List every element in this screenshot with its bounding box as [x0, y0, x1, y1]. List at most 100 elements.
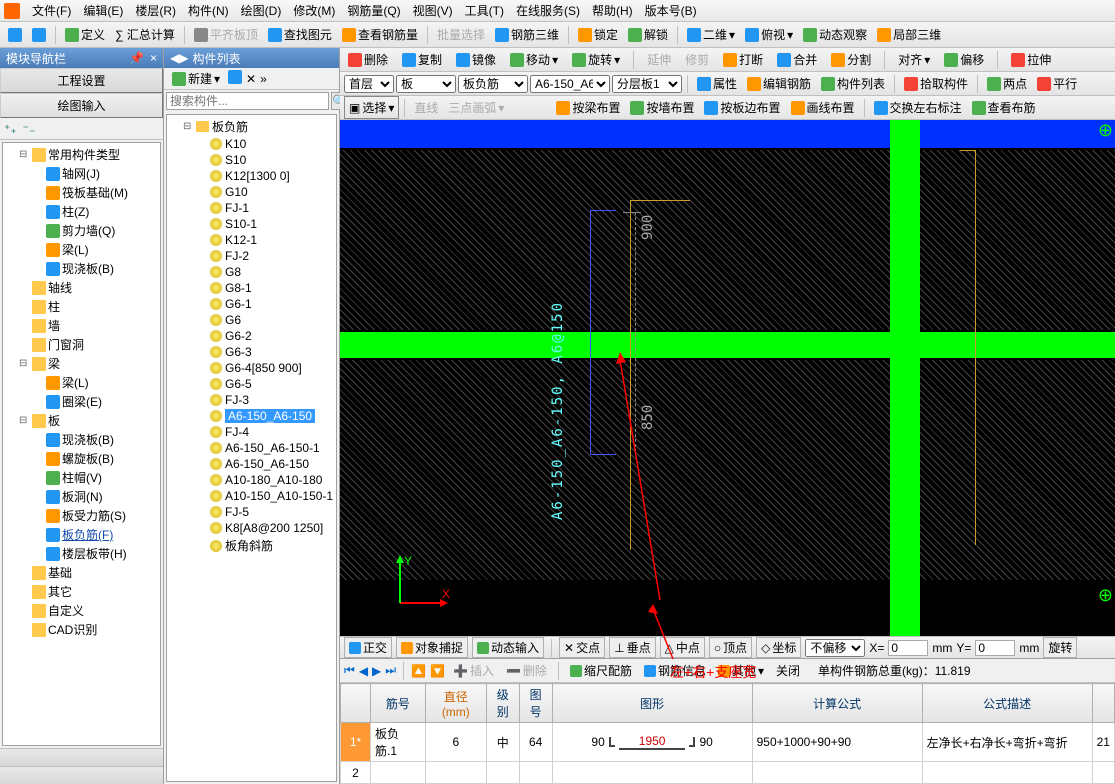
move-up-icon[interactable]: 🔼	[411, 664, 426, 678]
swap-label-button[interactable]: 交换左右标注	[870, 97, 966, 118]
unlock-button[interactable]: 解锁	[624, 24, 672, 45]
tree-item[interactable]: 现浇板(B)	[62, 431, 114, 448]
tree-item[interactable]: 板受力筋(S)	[62, 507, 126, 524]
tree-item[interactable]: 常用构件类型	[48, 146, 120, 163]
component-item[interactable]: G6-3	[225, 345, 252, 359]
osnap-toggle[interactable]: 对象捕捉	[396, 637, 468, 658]
perpendicular-snap[interactable]: ⊥ 垂点	[609, 637, 655, 658]
drawing-canvas[interactable]: 900 850 A6-150_A6-150, A6@150 X Y	[340, 120, 1115, 636]
component-item[interactable]: A10-180_A10-180	[225, 473, 322, 487]
complist-delete-icon[interactable]: ✕	[246, 72, 256, 86]
redo-button[interactable]	[28, 26, 50, 44]
x-input[interactable]	[888, 640, 928, 656]
component-item[interactable]: A10-150_A10-150-1	[225, 489, 333, 503]
coord-snap[interactable]: ◇ 坐标	[756, 637, 801, 658]
next-page-icon[interactable]: ▶	[372, 664, 381, 678]
tree-item[interactable]: 基础	[48, 564, 72, 581]
split-button[interactable]: 分割	[827, 49, 875, 70]
trim-button[interactable]: 修剪	[681, 49, 713, 70]
pick-component-button[interactable]: 拾取构件	[900, 73, 972, 94]
component-item[interactable]: A6-150_A6-150	[225, 457, 309, 471]
component-item[interactable]: A6-150_A6-150-1	[225, 441, 320, 455]
offset-select[interactable]: 不偏移	[805, 639, 865, 657]
prev-page-icon[interactable]: ◀	[359, 664, 368, 678]
component-item[interactable]: K12[1300 0]	[225, 169, 290, 183]
component-item[interactable]: G6-1	[225, 297, 252, 311]
tab-draw-input[interactable]: 绘图输入	[0, 93, 163, 118]
tab-project-settings[interactable]: 工程设置	[0, 68, 163, 93]
tree-item[interactable]: 螺旋板(B)	[62, 450, 114, 467]
component-item[interactable]: 板角斜筋	[225, 537, 273, 554]
tree-item[interactable]: 剪力墙(Q)	[62, 222, 115, 239]
rebar-3d-button[interactable]: 钢筋三维	[491, 24, 563, 45]
table-header[interactable]	[341, 684, 371, 723]
component-item[interactable]: G6-2	[225, 329, 252, 343]
table-header[interactable]: 图号	[519, 684, 552, 723]
by-beam-button[interactable]: 按梁布置	[552, 97, 624, 118]
menu-修改[interactable]: 修改(M)	[287, 0, 341, 21]
tree-item[interactable]: 板负筋(F)	[62, 526, 113, 543]
align-button[interactable]: 对齐 ▾	[894, 49, 934, 70]
component-item[interactable]: FJ-4	[225, 425, 249, 439]
navigation-tree[interactable]: 常用构件类型轴网(J)筏板基础(M)柱(Z)剪力墙(Q)梁(L)现浇板(B)轴线…	[2, 142, 161, 746]
component-item[interactable]: FJ-1	[225, 201, 249, 215]
component-item[interactable]: G6	[225, 313, 241, 327]
menu-编辑[interactable]: 编辑(E)	[77, 0, 129, 21]
table-header[interactable]: 直径(mm)	[425, 684, 486, 723]
property-button[interactable]: 属性	[693, 73, 741, 94]
component-select[interactable]: A6-150_A6	[530, 75, 610, 93]
table-row[interactable]: 2	[341, 762, 1115, 784]
delete-row-button[interactable]: ➖ 删除	[502, 661, 551, 680]
tree-item[interactable]: 轴线	[48, 279, 72, 296]
rebar-table[interactable]: 筋号直径(mm)级别图号图形计算公式公式描述1*板负筋.16中649019509…	[340, 683, 1115, 784]
component-item[interactable]: K10	[225, 137, 246, 151]
tree-item[interactable]: 板	[48, 412, 60, 429]
first-page-icon[interactable]: ⏮	[344, 663, 355, 678]
menu-帮助[interactable]: 帮助(H)	[586, 0, 639, 21]
menu-绘图[interactable]: 绘图(D)	[235, 0, 288, 21]
by-slab-edge-button[interactable]: 按板边布置	[700, 97, 784, 118]
vertex-snap[interactable]: ○ 顶点	[709, 637, 752, 658]
last-page-icon[interactable]: ⏭	[385, 663, 396, 678]
parallel-button[interactable]: 平行	[1033, 73, 1081, 94]
define-button[interactable]: 定义	[61, 24, 109, 45]
component-item[interactable]: G6-4[850 900]	[225, 361, 302, 375]
tree-item[interactable]: 梁(L)	[62, 241, 89, 258]
top-view-button[interactable]: 俯视 ▾	[741, 24, 797, 45]
mirror-button[interactable]: 镜像	[452, 49, 500, 70]
intersection-snap[interactable]: ✕ 交点	[559, 637, 605, 658]
sum-button[interactable]: ∑ 汇总计算	[111, 24, 179, 45]
tree-item[interactable]: 楼层板带(H)	[62, 545, 127, 562]
tree-collapse-icon[interactable]: ⁻₋	[23, 122, 36, 136]
component-list-button[interactable]: 构件列表	[817, 73, 889, 94]
extend-button[interactable]: 延伸	[643, 49, 675, 70]
menu-钢筋量[interactable]: 钢筋量(Q)	[341, 0, 406, 21]
table-header[interactable]: 计算公式	[752, 684, 922, 723]
tree-item[interactable]: 柱帽(V)	[62, 469, 102, 486]
ortho-toggle[interactable]: 正交	[344, 637, 392, 658]
component-item[interactable]: K12-1	[225, 233, 257, 247]
tree-item[interactable]: 圈梁(E)	[62, 393, 102, 410]
y-input[interactable]	[975, 640, 1015, 656]
lock-button[interactable]: 锁定	[574, 24, 622, 45]
close-panel-icon[interactable]: ×	[150, 51, 157, 65]
search-input[interactable]	[166, 92, 329, 110]
menu-文件[interactable]: 文件(F)	[26, 0, 77, 21]
table-header[interactable]: 公式描述	[922, 684, 1092, 723]
insert-row-button[interactable]: ➕ 插入	[449, 661, 498, 680]
dyn-input-toggle[interactable]: 动态输入	[472, 637, 544, 658]
tree-item[interactable]: 现浇板(B)	[62, 260, 114, 277]
menu-版本号[interactable]: 版本号(B)	[639, 0, 703, 21]
component-item[interactable]: G8	[225, 265, 241, 279]
rotate-button[interactable]: 旋转 ▾	[568, 49, 624, 70]
edit-rebar-button[interactable]: 编辑钢筋	[743, 73, 815, 94]
pin-icon[interactable]: 📌	[129, 51, 144, 65]
component-item[interactable]: S10-1	[225, 217, 257, 231]
tree-expand-icon[interactable]: ⁺₊	[4, 122, 17, 136]
draw-line-layout-button[interactable]: 画线布置	[787, 97, 859, 118]
component-item[interactable]: S10	[225, 153, 246, 167]
move-button[interactable]: 移动 ▾	[506, 49, 562, 70]
move-down-icon[interactable]: 🔽	[430, 664, 445, 678]
by-wall-button[interactable]: 按墙布置	[626, 97, 698, 118]
component-item[interactable]: G6-5	[225, 377, 252, 391]
